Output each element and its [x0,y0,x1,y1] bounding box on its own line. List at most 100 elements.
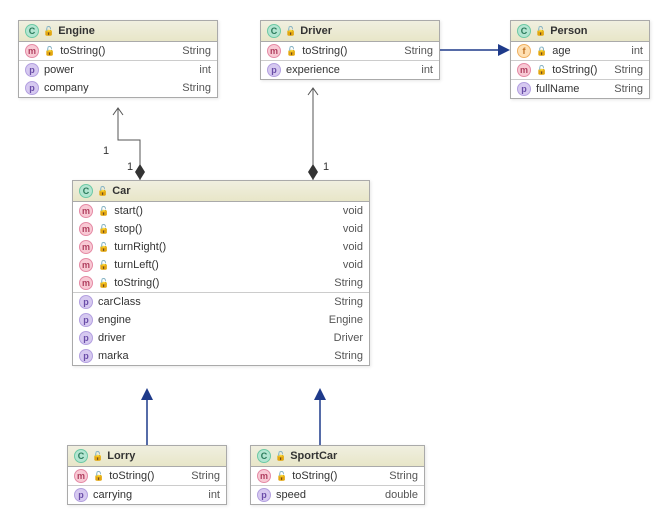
class-header: C 🔓 Engine [19,21,217,42]
connector-sportcar-car [314,388,326,445]
member-type: String [614,83,643,95]
method-row[interactable]: m 🔓 toString() String [73,274,369,292]
lock-icon: 🔓 [286,46,297,57]
class-name: Lorry [107,450,135,462]
method-row[interactable]: m 🔓 start() void [73,202,369,220]
properties-section: p experience int [261,61,439,79]
method-row[interactable]: m 🔓 turnRight() void [73,238,369,256]
class-person[interactable]: C 🔓 Person f 🔒 age int m 🔓 toString() St… [510,20,650,99]
lock-icon: 🔓 [98,260,109,271]
multiplicity-label: 1 [323,161,329,173]
method-icon: m [517,63,531,77]
method-icon: m [74,469,88,483]
class-lorry[interactable]: C 🔓 Lorry m 🔓 toString() String p carryi… [67,445,227,505]
member-type: void [343,223,363,235]
method-icon: m [79,258,93,272]
methods-section: m 🔓 toString() String [511,61,649,80]
class-icon: C [79,184,93,198]
property-row[interactable]: p carClass String [73,293,369,311]
class-driver[interactable]: C 🔓 Driver m 🔓 toString() String p exper… [260,20,440,80]
methods-section: m 🔓 start() void m 🔓 stop() void m 🔓 tur… [73,202,369,293]
class-icon: C [74,449,88,463]
class-name: Driver [300,25,332,37]
member-name: driver [98,332,329,344]
property-icon: p [257,488,271,502]
member-name: engine [98,314,324,326]
multiplicity-label: 1 [103,145,109,157]
member-name: toString() [60,45,177,57]
method-row[interactable]: m 🔓 turnLeft() void [73,256,369,274]
field-icon: f [517,44,531,58]
property-row[interactable]: p speed double [251,486,424,504]
method-row[interactable]: m 🔓 toString() String [511,61,649,79]
class-header: C 🔓 Driver [261,21,439,42]
lock-icon: 🔓 [276,471,287,482]
property-row[interactable]: p marka String [73,347,369,365]
member-type: String [334,350,363,362]
lock-icon: 🔓 [92,451,103,462]
methods-section: m 🔓 toString() String [68,467,226,486]
property-icon: p [79,295,93,309]
field-row[interactable]: f 🔒 age int [511,42,649,60]
member-type: int [208,489,220,501]
method-icon: m [257,469,271,483]
member-type: String [404,45,433,57]
property-row[interactable]: p driver Driver [73,329,369,347]
property-icon: p [267,63,281,77]
member-name: speed [276,489,380,501]
method-row[interactable]: m 🔓 stop() void [73,220,369,238]
lock-icon: 🔓 [275,451,286,462]
class-car[interactable]: C 🔓 Car m 🔓 start() void m 🔓 stop() void… [72,180,370,366]
member-name: turnRight() [114,241,338,253]
property-icon: p [79,331,93,345]
lock-icon: 🔓 [93,471,104,482]
lock-icon: 🔓 [44,46,55,57]
member-type: String [334,296,363,308]
properties-section: p carrying int [68,486,226,504]
member-name: stop() [114,223,338,235]
lock-icon: 🔓 [97,186,108,197]
member-name: carrying [93,489,203,501]
lock-icon: 🔓 [285,26,296,37]
class-name: Engine [58,25,95,37]
property-row[interactable]: p carrying int [68,486,226,504]
class-header: C 🔓 Lorry [68,446,226,467]
property-icon: p [517,82,531,96]
member-name: power [44,64,194,76]
method-row[interactable]: m 🔓 toString() String [68,467,226,485]
lock-icon: 🔓 [98,242,109,253]
method-row[interactable]: m 🔓 toString() String [261,42,439,60]
member-name: company [44,82,177,94]
member-type: int [631,45,643,57]
member-name: start() [114,205,338,217]
member-type: double [385,489,418,501]
method-icon: m [79,240,93,254]
class-header: C 🔓 SportCar [251,446,424,467]
property-row[interactable]: p company String [19,79,217,97]
lock-icon: 🔓 [43,26,54,37]
method-icon: m [79,204,93,218]
member-name: carClass [98,296,329,308]
class-sportcar[interactable]: C 🔓 SportCar m 🔓 toString() String p spe… [250,445,425,505]
class-header: C 🔓 Person [511,21,649,42]
member-type: int [199,64,211,76]
lock-icon: 🔓 [98,224,109,235]
class-engine[interactable]: C 🔓 Engine m 🔓 toString() String p power… [18,20,218,98]
member-name: toString() [552,64,609,76]
lock-icon: 🔒 [536,46,547,57]
methods-section: m 🔓 toString() String [251,467,424,486]
member-type: String [614,64,643,76]
property-row[interactable]: p fullName String [511,80,649,98]
member-type: String [191,470,220,482]
method-row[interactable]: m 🔓 toString() String [19,42,217,60]
class-header: C 🔓 Car [73,181,369,202]
member-name: turnLeft() [114,259,338,271]
lock-icon: 🔓 [98,206,109,217]
property-icon: p [79,313,93,327]
property-row[interactable]: p experience int [261,61,439,79]
member-type: String [334,277,363,289]
class-name: SportCar [290,450,337,462]
property-row[interactable]: p engine Engine [73,311,369,329]
method-row[interactable]: m 🔓 toString() String [251,467,424,485]
property-row[interactable]: p power int [19,61,217,79]
